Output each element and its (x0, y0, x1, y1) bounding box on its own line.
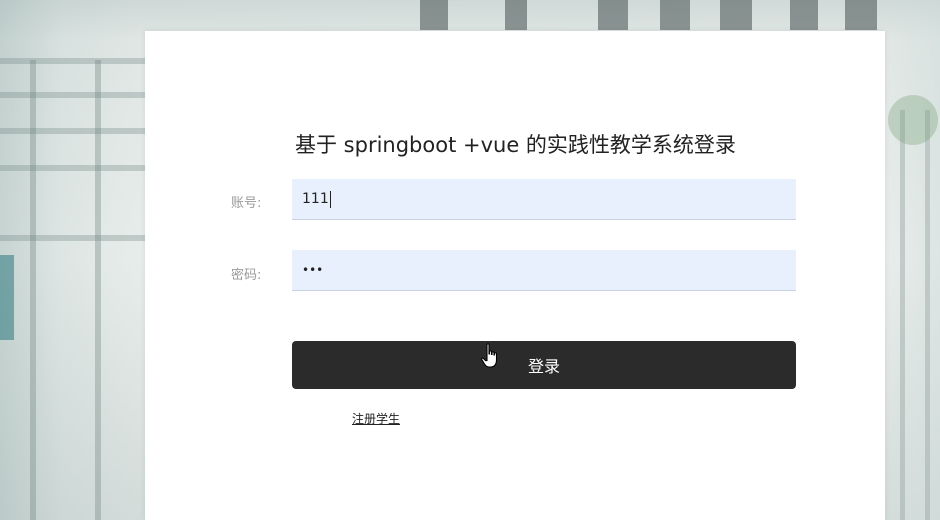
password-input[interactable]: ••• (292, 250, 796, 291)
account-label: 账号: (231, 196, 262, 211)
login-button-label: 登录 (527, 357, 560, 376)
text-caret (329, 190, 331, 208)
password-label: 密码: (231, 268, 262, 283)
account-input[interactable]: 111 (292, 179, 796, 220)
login-card: 基于 springboot +vue 的实践性教学系统登录 账号: 111 密码… (145, 31, 885, 520)
account-input-value: 111 (302, 191, 329, 207)
page-title: 基于 springboot +vue 的实践性教学系统登录 (295, 133, 736, 157)
register-student-link[interactable]: 注册学生 (352, 410, 400, 427)
login-button[interactable]: 登录 (292, 341, 796, 389)
password-input-value: ••• (302, 263, 324, 277)
